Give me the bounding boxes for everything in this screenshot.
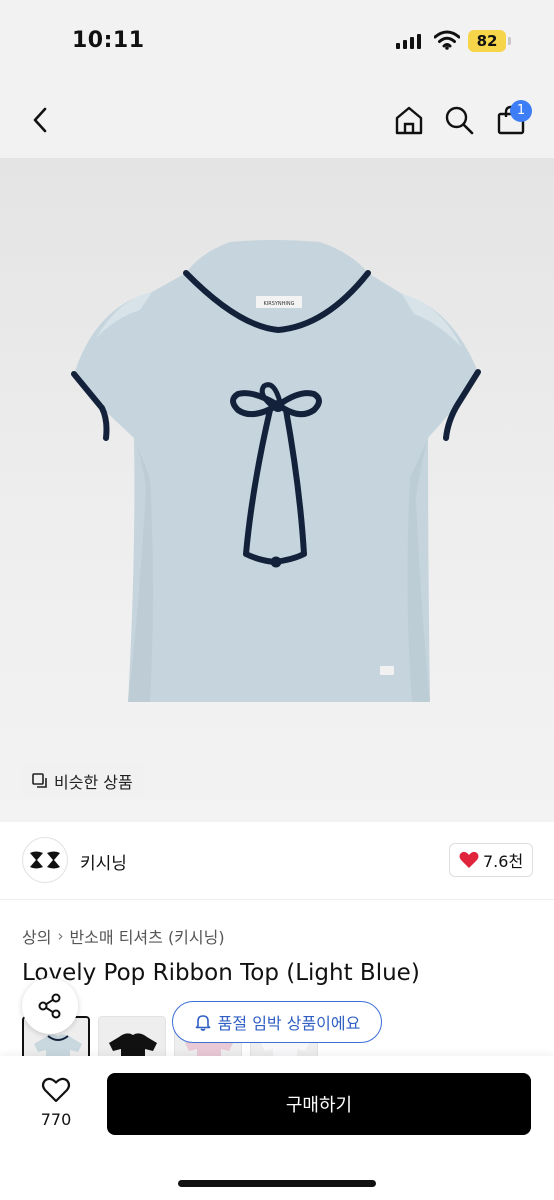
store-like-button[interactable]: 7.6천 [449, 843, 534, 877]
store-name[interactable]: 키시닝 [80, 849, 127, 874]
chevron-left-icon [33, 107, 47, 133]
home-indicator [178, 1180, 376, 1187]
similar-products-button[interactable]: 비슷한 상품 [22, 764, 145, 798]
top-nav-bar [0, 84, 554, 158]
breadcrumb-category[interactable]: 상의 [22, 924, 51, 948]
home-button[interactable] [391, 100, 427, 140]
home-icon [395, 106, 423, 135]
low-stock-notice[interactable]: 품절 임박 상품이에요 [172, 1001, 382, 1043]
search-button[interactable] [441, 100, 477, 140]
product-image[interactable]: KIRSYNHING 비슷한 상품 [0, 158, 554, 822]
brand-logo-icon [30, 851, 60, 869]
bottom-action-bar: 770 구매하기 [0, 1056, 554, 1200]
breadcrumb: 상의 › 반소매 티셔츠 (키시닝) [22, 924, 225, 948]
share-button[interactable] [22, 978, 78, 1034]
battery-indicator: 82 [468, 30, 511, 52]
store-like-count: 7.6천 [483, 852, 524, 871]
wishlist-count: 770 [40, 1110, 72, 1129]
product-photo: KIRSYNHING [71, 240, 481, 702]
search-icon [445, 106, 474, 135]
buy-button-label: 구매하기 [285, 1095, 353, 1116]
cart-count-badge: 1 [510, 100, 532, 122]
product-title: Lovely Pop Ribbon Top (Light Blue) [22, 960, 420, 986]
garment-label: KIRSYNHING [263, 301, 294, 307]
heart-outline-icon [41, 1077, 71, 1103]
back-button[interactable] [22, 100, 58, 140]
status-bar: 10:11 82 [0, 0, 554, 84]
breadcrumb-subcategory[interactable]: 반소매 티셔츠 (키시닝) [69, 924, 224, 948]
buy-button[interactable]: 구매하기 [107, 1073, 531, 1135]
store-logo[interactable] [22, 837, 68, 883]
wifi-icon [434, 30, 460, 50]
cellular-signal-icon [396, 33, 421, 49]
wishlist-button[interactable]: 770 [28, 1076, 84, 1129]
store-row: 키시닝 7.6천 [0, 822, 554, 900]
status-time: 10:11 [72, 28, 145, 53]
bell-icon [195, 1015, 210, 1031]
similar-products-label: 비슷한 상품 [54, 773, 133, 792]
share-icon [38, 993, 61, 1019]
heart-filled-icon [459, 851, 479, 868]
copy-icon [32, 773, 47, 788]
chevron-right-icon: › [57, 927, 64, 945]
low-stock-text: 품절 임박 상품이에요 [217, 1014, 361, 1033]
